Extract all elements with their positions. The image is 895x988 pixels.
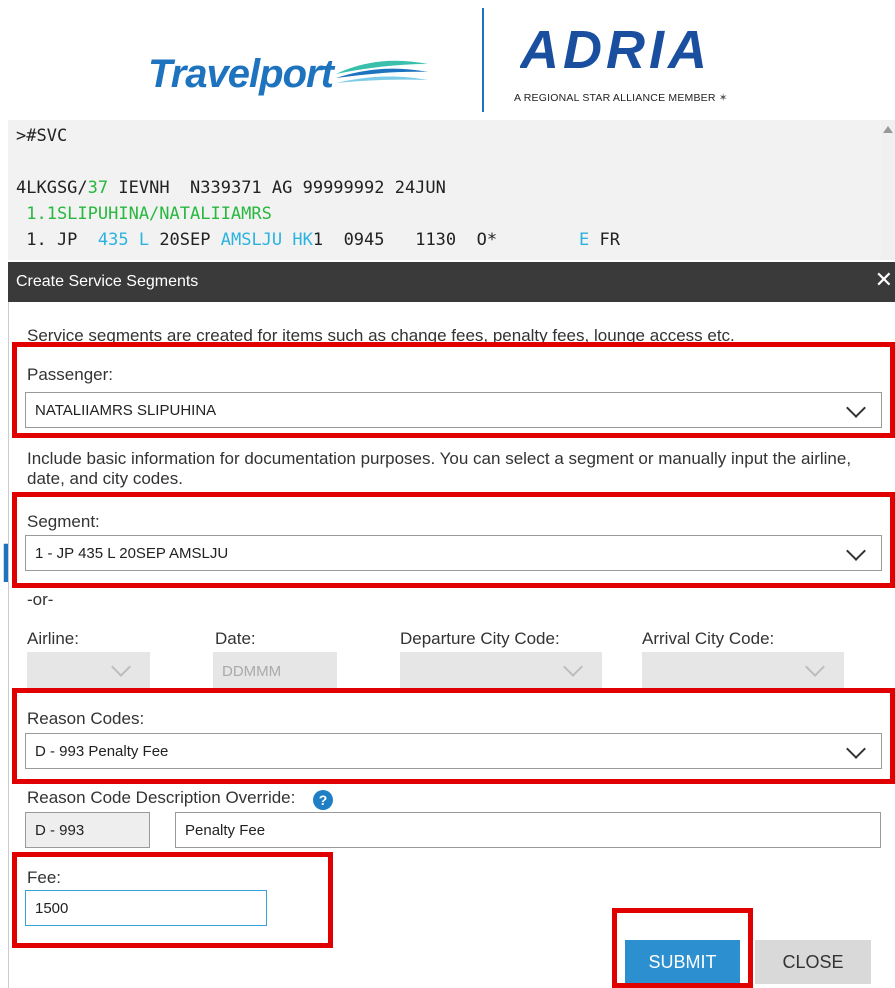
close-icon[interactable]: ✕ xyxy=(875,268,893,292)
scroll-up-icon[interactable] xyxy=(883,126,893,133)
override-code-value: D - 993 xyxy=(35,822,85,839)
segment-select[interactable]: 1 - JP 435 L 20SEP AMSLJU xyxy=(25,535,882,571)
fee-input[interactable]: 1500 xyxy=(25,890,267,926)
reason-select[interactable]: D - 993 Penalty Fee xyxy=(25,733,882,769)
fee-label: Fee: xyxy=(27,868,62,887)
terminal-line: >#SVC xyxy=(16,126,68,146)
date-label: Date: xyxy=(215,629,256,648)
terminal-line: 4LKGSG/37 IEVNH N339371 AG 99999992 24JU… xyxy=(16,178,446,198)
terminal-scrollbar[interactable] xyxy=(881,120,895,260)
chevron-down-icon xyxy=(846,398,866,418)
passenger-value: NATALIIAMRS SLIPUHINA xyxy=(35,402,217,419)
segment-value: 1 - JP 435 L 20SEP AMSLJU xyxy=(35,545,229,562)
chevron-down-icon xyxy=(846,739,866,759)
intro-text: Service segments are created for items s… xyxy=(27,326,735,345)
travelport-swoosh-icon xyxy=(336,60,428,83)
star-alliance-icon: ✶ xyxy=(718,92,728,104)
chevron-down-icon xyxy=(111,657,131,677)
svg-text:ADRIA: ADRIA xyxy=(520,20,711,80)
arrival-label: Arrival City Code: xyxy=(642,629,775,648)
arrival-select[interactable] xyxy=(642,652,844,688)
passenger-select[interactable]: NATALIIAMRS SLIPUHINA xyxy=(25,392,882,428)
date-placeholder: DDMMM xyxy=(222,663,282,680)
override-code-field: D - 993 xyxy=(25,812,150,848)
adria-logo: ADRIA xyxy=(520,20,711,80)
logo-divider xyxy=(482,8,484,112)
reason-label: Reason Codes: xyxy=(27,709,145,728)
terminal-window[interactable]: >#SVC 4LKGSG/37 IEVNH N339371 AG 9999999… xyxy=(8,120,895,260)
info-text: Include basic information for documentat… xyxy=(27,449,852,488)
dialog-title: Create Service Segments xyxy=(16,273,199,290)
airline-label: Airline: xyxy=(27,629,79,648)
submit-button[interactable]: SUBMIT xyxy=(625,940,740,984)
terminal-line: 1. JP 435 L 20SEP AMSLJU HK1 0945 1130 O… xyxy=(16,230,620,250)
service-segment-dialog xyxy=(8,262,895,988)
adria-tagline: A REGIONAL STAR ALLIANCE MEMBER ✶ xyxy=(514,92,728,104)
help-icon[interactable]: ? xyxy=(313,790,333,810)
departure-select[interactable] xyxy=(400,652,602,688)
chevron-down-icon xyxy=(805,657,825,677)
departure-label: Departure City Code: xyxy=(400,629,560,648)
chevron-down-icon xyxy=(846,541,866,561)
override-description-value: Penalty Fee xyxy=(185,822,266,839)
date-input[interactable]: DDMMM xyxy=(213,652,337,688)
terminal-line: 1.1SLIPUHINA/NATALIIAMRS xyxy=(16,204,272,224)
or-text: -or- xyxy=(27,590,54,609)
fee-value: 1500 xyxy=(35,900,69,917)
close-button[interactable]: CLOSE xyxy=(755,940,871,984)
dialog-titlebar: Create Service Segments ✕ xyxy=(8,262,895,302)
reason-value: D - 993 Penalty Fee xyxy=(35,743,169,760)
chevron-down-icon xyxy=(563,657,583,677)
airline-select[interactable] xyxy=(27,652,150,688)
override-label: Reason Code Description Override: xyxy=(27,788,296,807)
override-description-input[interactable]: Penalty Fee xyxy=(175,812,881,848)
travelport-logo: Travelport xyxy=(148,52,334,96)
passenger-label: Passenger: xyxy=(27,365,113,384)
segment-label: Segment: xyxy=(27,512,100,531)
